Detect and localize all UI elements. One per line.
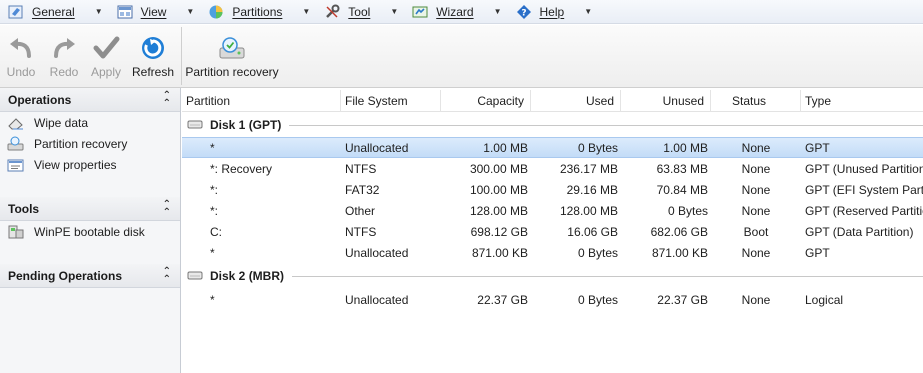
tools-section-header[interactable]: Tools ⌃ ⌃ [0,197,180,221]
hard-disk-icon [187,269,203,284]
table-row[interactable]: * Unallocated 871.00 KB 0 Bytes 871.00 K… [182,243,923,264]
column-header-status[interactable]: Status [711,90,801,112]
sidebar-item-winpe-bootable-disk[interactable]: WinPE bootable disk [7,222,145,242]
partition-recovery-button[interactable]: Partition recovery [185,25,279,87]
eraser-icon [7,115,25,131]
help-icon: ? [516,4,532,20]
properties-icon [7,157,25,173]
menu-bar: General ▼ View ▼ Partitions ▼ Tool ▼ Wiz… [0,0,923,24]
view-icon [117,4,133,20]
disk-recovery-icon [7,136,25,152]
refresh-button[interactable]: Refresh [132,25,174,87]
sidebar-item-view-properties[interactable]: View properties [7,155,117,175]
table-row[interactable]: * Unallocated 22.37 GB 0 Bytes 22.37 GB … [182,290,923,311]
menu-partitions[interactable]: Partitions ▼ [200,0,316,24]
disk-divider [292,275,923,277]
tool-icon [324,4,340,20]
disk-header[interactable]: Disk 2 (MBR) [182,265,923,287]
general-icon [8,4,24,20]
checkmark-icon [93,36,120,59]
wizard-icon [412,4,428,20]
chevron-down-icon: ▼ [186,7,195,16]
bootable-disk-icon [7,224,25,240]
collapse-icon[interactable]: ⌃ ⌃ [163,200,171,218]
disk-recovery-icon [219,37,245,59]
collapse-icon[interactable]: ⌃ ⌃ [163,267,171,285]
table-row[interactable]: *: FAT32 100.00 MB 29.16 MB 70.84 MB Non… [182,180,923,201]
chevron-down-icon: ▼ [302,7,311,16]
redo-icon [54,38,75,58]
table-row[interactable]: * Unallocated 1.00 MB 0 Bytes 1.00 MB No… [182,137,923,158]
disk-header[interactable]: Disk 1 (GPT) [182,114,923,136]
left-panel: Operations ⌃ ⌃ Wipe data Partition recove… [0,88,181,373]
column-header-file-system[interactable]: File System [341,90,441,112]
operations-section-header[interactable]: Operations ⌃ ⌃ [0,88,180,112]
menu-help[interactable]: ? Help ▼ [508,0,599,24]
column-header-unused[interactable]: Unused [621,90,711,112]
toolbar-separator [181,27,182,85]
hard-disk-icon [187,118,203,133]
svg-text:?: ? [521,8,526,18]
toolbar: Undo Redo Apply Refresh Partition recove… [0,25,923,88]
chevron-down-icon: ▼ [390,7,399,16]
partitions-icon [208,4,224,20]
collapse-icon[interactable]: ⌃ ⌃ [163,91,171,109]
column-header-partition[interactable]: Partition [182,90,341,112]
menu-wizard[interactable]: Wizard ▼ [404,0,507,24]
undo-icon [10,38,31,58]
redo-button[interactable]: Redo [48,25,80,87]
refresh-icon [142,37,164,59]
chevron-down-icon: ▼ [584,7,593,16]
menu-tool[interactable]: Tool ▼ [316,0,404,24]
pending-operations-section-header[interactable]: Pending Operations ⌃ ⌃ [0,264,180,288]
table-header: Partition File System Capacity Used Unus… [182,90,923,112]
chevron-down-icon: ▼ [493,7,502,16]
column-header-used[interactable]: Used [531,90,621,112]
chevron-down-icon: ▼ [94,7,103,16]
sidebar-item-partition-recovery[interactable]: Partition recovery [7,134,127,154]
menu-view[interactable]: View ▼ [109,0,201,24]
disk-divider [289,124,923,126]
sidebar-item-wipe-data[interactable]: Wipe data [7,113,88,133]
partition-table: Partition File System Capacity Used Unus… [182,88,923,373]
column-header-type[interactable]: Type [801,90,923,112]
apply-button[interactable]: Apply [90,25,122,87]
table-row[interactable]: C: NTFS 698.12 GB 16.06 GB 682.06 GB Boo… [182,222,923,243]
undo-button[interactable]: Undo [4,25,38,87]
column-header-capacity[interactable]: Capacity [441,90,531,112]
table-row[interactable]: *: Recovery NTFS 300.00 MB 236.17 MB 63.… [182,159,923,180]
table-row[interactable]: *: Other 128.00 MB 128.00 MB 0 Bytes Non… [182,201,923,222]
menu-general[interactable]: General ▼ [0,0,109,24]
